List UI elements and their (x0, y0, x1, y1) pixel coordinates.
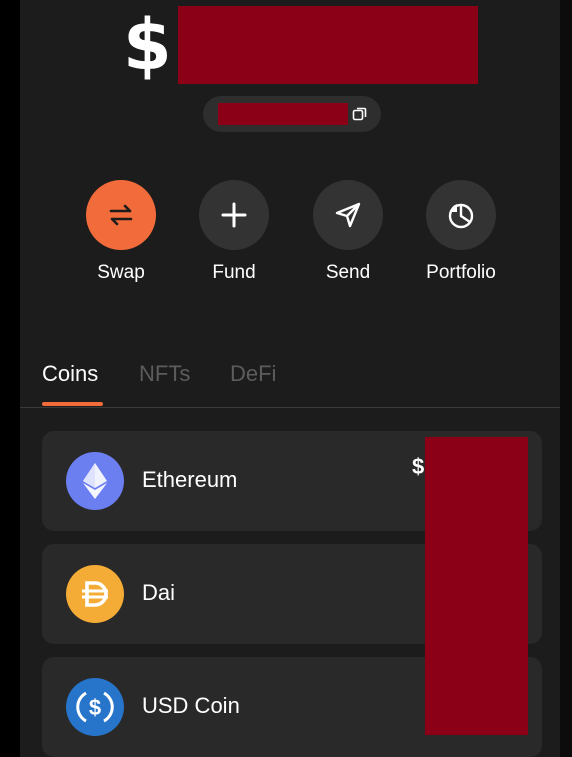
send-label: Send (325, 262, 371, 283)
fund-button[interactable] (199, 180, 269, 250)
balance-amount-redacted (177, 6, 478, 84)
swap-action[interactable]: Swap (71, 180, 171, 284)
balance-display: $ (123, 6, 478, 84)
portfolio-button[interactable] (426, 180, 496, 250)
balance-currency: $ (123, 4, 172, 86)
usdc-icon: $ (66, 678, 124, 736)
fund-label: Fund (212, 262, 256, 283)
tab-coins[interactable]: Coins (42, 361, 98, 387)
asset-tabs: Coins NFTs DeFi (20, 355, 560, 408)
coin-values-redacted (425, 437, 528, 735)
active-tab-indicator (42, 402, 103, 406)
copy-icon[interactable] (352, 106, 368, 122)
window-edge (560, 0, 572, 757)
portfolio-action[interactable]: Portfolio (411, 180, 511, 284)
swap-button[interactable] (86, 180, 156, 250)
send-icon (335, 202, 361, 228)
ethereum-icon (66, 452, 124, 510)
portfolio-label: Portfolio (426, 262, 496, 283)
send-action[interactable]: Send (298, 180, 398, 284)
swap-icon (109, 204, 133, 226)
wallet-address-redacted (218, 103, 348, 125)
send-button[interactable] (313, 180, 383, 250)
dai-icon (66, 565, 124, 623)
svg-text:$: $ (89, 695, 101, 720)
wallet-screen: $ Swap Fund Send Portfolio Coins NFTs De… (20, 0, 560, 757)
pie-chart-icon (448, 203, 474, 229)
fund-action[interactable]: Fund (184, 180, 284, 284)
coin-name: Ethereum (142, 467, 238, 492)
plus-icon (221, 202, 247, 228)
swap-label: Swap (97, 262, 145, 283)
tab-defi[interactable]: DeFi (230, 361, 276, 387)
wallet-address-pill[interactable] (203, 96, 381, 132)
coin-name: USD Coin (142, 693, 240, 718)
coin-name: Dai (142, 580, 176, 605)
tab-nfts[interactable]: NFTs (139, 361, 190, 387)
coin-value-prefix: $ (412, 454, 425, 479)
